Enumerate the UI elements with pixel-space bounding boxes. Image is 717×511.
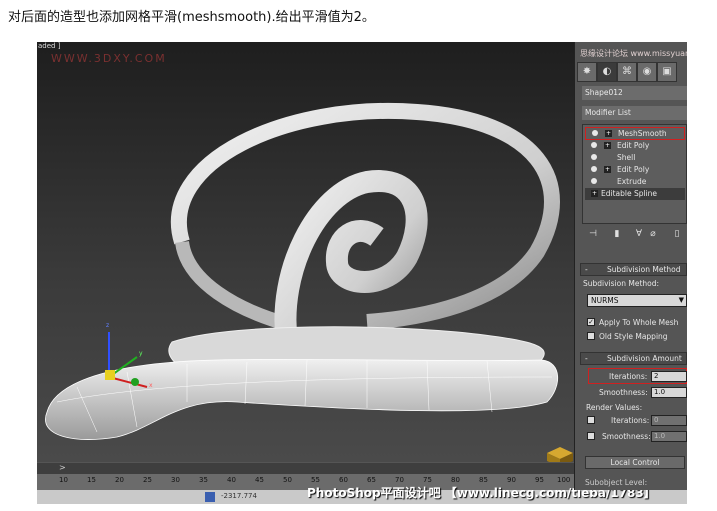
display-tab-icon[interactable]: ▣ <box>657 62 677 82</box>
modify-tab-icon[interactable]: ◐ <box>597 62 617 82</box>
render-iterations-checkbox[interactable] <box>587 416 595 424</box>
subdivision-amount-rollout[interactable]: - Subdivision Amount <box>580 352 687 365</box>
track-tick: 10 <box>59 476 68 484</box>
track-tick: 15 <box>87 476 96 484</box>
selection-lock-icon[interactable] <box>205 492 215 502</box>
subdivision-method-rollout[interactable]: - Subdivision Method <box>580 263 687 276</box>
collapse-icon: - <box>585 265 588 274</box>
stack-item-label: Edit Poly <box>617 165 650 174</box>
track-tick: 50 <box>283 476 292 484</box>
max-screenshot: aded ] WWW.3DXY.COM z x y > 10 15 20 25 … <box>37 42 687 504</box>
old-style-mapping-label: Old Style Mapping <box>599 332 668 341</box>
iterations-label: Iterations: <box>609 372 648 381</box>
expand-icon[interactable]: + <box>604 166 611 173</box>
collapse-icon: - <box>585 354 588 363</box>
perspective-viewport[interactable]: aded ] WWW.3DXY.COM z x y <box>37 42 574 462</box>
track-tick: 80 <box>451 476 460 484</box>
stack-toolbar: ⊣ ▮ ∀ ⌀ ▯ <box>582 226 687 242</box>
subobject-level-label: Subobject Level: <box>585 478 648 487</box>
subdivision-method-label: Subdivision Method: <box>583 279 660 288</box>
bulb-icon[interactable] <box>591 142 597 148</box>
create-tab-icon[interactable]: ✸ <box>577 62 597 82</box>
render-values-label: Render Values: <box>586 403 643 412</box>
gizmo-z-label: z <box>106 322 110 329</box>
remove-modifier-icon[interactable]: ⌀ <box>648 228 658 240</box>
track-tick: 65 <box>367 476 376 484</box>
coordinate-readout[interactable]: -2317.774 <box>221 492 257 500</box>
apply-whole-mesh-label: Apply To Whole Mesh <box>599 318 679 327</box>
track-tick: 75 <box>423 476 432 484</box>
track-tick: 40 <box>227 476 236 484</box>
stack-item-extrude[interactable]: Extrude <box>585 176 685 188</box>
modifier-stack: + MeshSmooth + Edit Poly Shell + Edit Po… <box>582 124 687 224</box>
pin-stack-icon[interactable]: ⊣ <box>588 228 598 240</box>
hierarchy-tab-icon[interactable]: ⌘ <box>617 62 637 82</box>
cube-logo-icon <box>547 447 573 462</box>
track-tick: 60 <box>339 476 348 484</box>
track-tick: 90 <box>507 476 516 484</box>
configure-sets-icon[interactable]: ▯ <box>672 228 682 240</box>
stack-item-label: Edit Poly <box>617 141 650 150</box>
track-tick: 45 <box>255 476 264 484</box>
rollout-title: Subdivision Method <box>607 265 681 274</box>
track-tick: 35 <box>199 476 208 484</box>
stack-item-label: Editable Spline <box>601 189 658 198</box>
iterations-spinner[interactable]: 2 <box>651 371 687 382</box>
stack-item-edit-poly[interactable]: + Edit Poly <box>585 140 685 152</box>
local-control-rollout[interactable]: Local Control <box>585 456 685 469</box>
subdivision-method-value: NURMS <box>591 296 619 305</box>
render-smoothness-label: Smoothness: <box>602 432 651 441</box>
stack-item-label: Shell <box>617 153 636 162</box>
stack-item-editable-spline[interactable]: + Editable Spline <box>585 188 685 200</box>
track-tick: 55 <box>311 476 320 484</box>
smoothness-label: Smoothness: <box>599 388 648 397</box>
track-tick: 20 <box>115 476 124 484</box>
bulb-icon[interactable] <box>591 154 597 160</box>
stack-item-meshsmooth[interactable]: + MeshSmooth <box>585 127 685 140</box>
expand-icon[interactable]: + <box>605 130 612 137</box>
bulb-icon[interactable] <box>592 130 598 136</box>
expand-icon[interactable]: + <box>591 190 598 197</box>
gizmo-x-label: x <box>149 382 153 389</box>
stack-item-label: MeshSmooth <box>618 129 667 138</box>
track-tick: 30 <box>171 476 180 484</box>
bulb-icon[interactable] <box>591 178 597 184</box>
render-iterations-spinner[interactable]: 0 <box>651 415 687 426</box>
bulb-icon[interactable] <box>591 166 597 172</box>
object-name-field[interactable]: Shape012 <box>582 86 687 100</box>
track-tick: 25 <box>143 476 152 484</box>
render-smoothness-checkbox[interactable] <box>587 432 595 440</box>
outer-loop-tail <box>175 240 289 331</box>
subdivision-method-select[interactable]: NURMS ▼ <box>587 294 687 307</box>
make-unique-icon[interactable]: ∀ <box>634 228 644 240</box>
old-style-mapping-checkbox[interactable] <box>587 332 595 340</box>
gizmo-y-label: y <box>139 350 143 357</box>
model-scene <box>45 102 560 440</box>
track-tick: 95 <box>535 476 544 484</box>
expand-icon[interactable]: + <box>604 142 611 149</box>
render-iterations-label: Iterations: <box>611 416 650 425</box>
rollout-title: Subdivision Amount <box>607 354 682 363</box>
time-slider-next[interactable]: > <box>59 463 66 472</box>
show-end-result-icon[interactable]: ▮ <box>612 228 622 240</box>
front-base <box>45 359 559 440</box>
apply-whole-mesh-checkbox[interactable]: ✓ <box>587 318 595 326</box>
motion-tab-icon[interactable]: ◉ <box>637 62 657 82</box>
stack-item-label: Extrude <box>617 177 647 186</box>
stack-item-shell[interactable]: Shell <box>585 152 685 164</box>
smoothness-spinner[interactable]: 1.0 <box>651 387 687 398</box>
stack-item-edit-poly[interactable]: + Edit Poly <box>585 164 685 176</box>
render-smoothness-spinner[interactable]: 1.0 <box>651 431 687 442</box>
panel-watermark: 思缘设计论坛 www.missyuan.com <box>580 49 687 58</box>
track-tick: 85 <box>479 476 488 484</box>
modifier-list-dropdown[interactable]: Modifier List <box>582 106 687 120</box>
chevron-down-icon: ▼ <box>678 296 684 304</box>
track-tick: 100 <box>557 476 571 484</box>
article-caption: 对后面的造型也添加网格平滑(meshsmooth).给出平滑值为2。 <box>8 10 375 25</box>
track-tick: 70 <box>395 476 404 484</box>
